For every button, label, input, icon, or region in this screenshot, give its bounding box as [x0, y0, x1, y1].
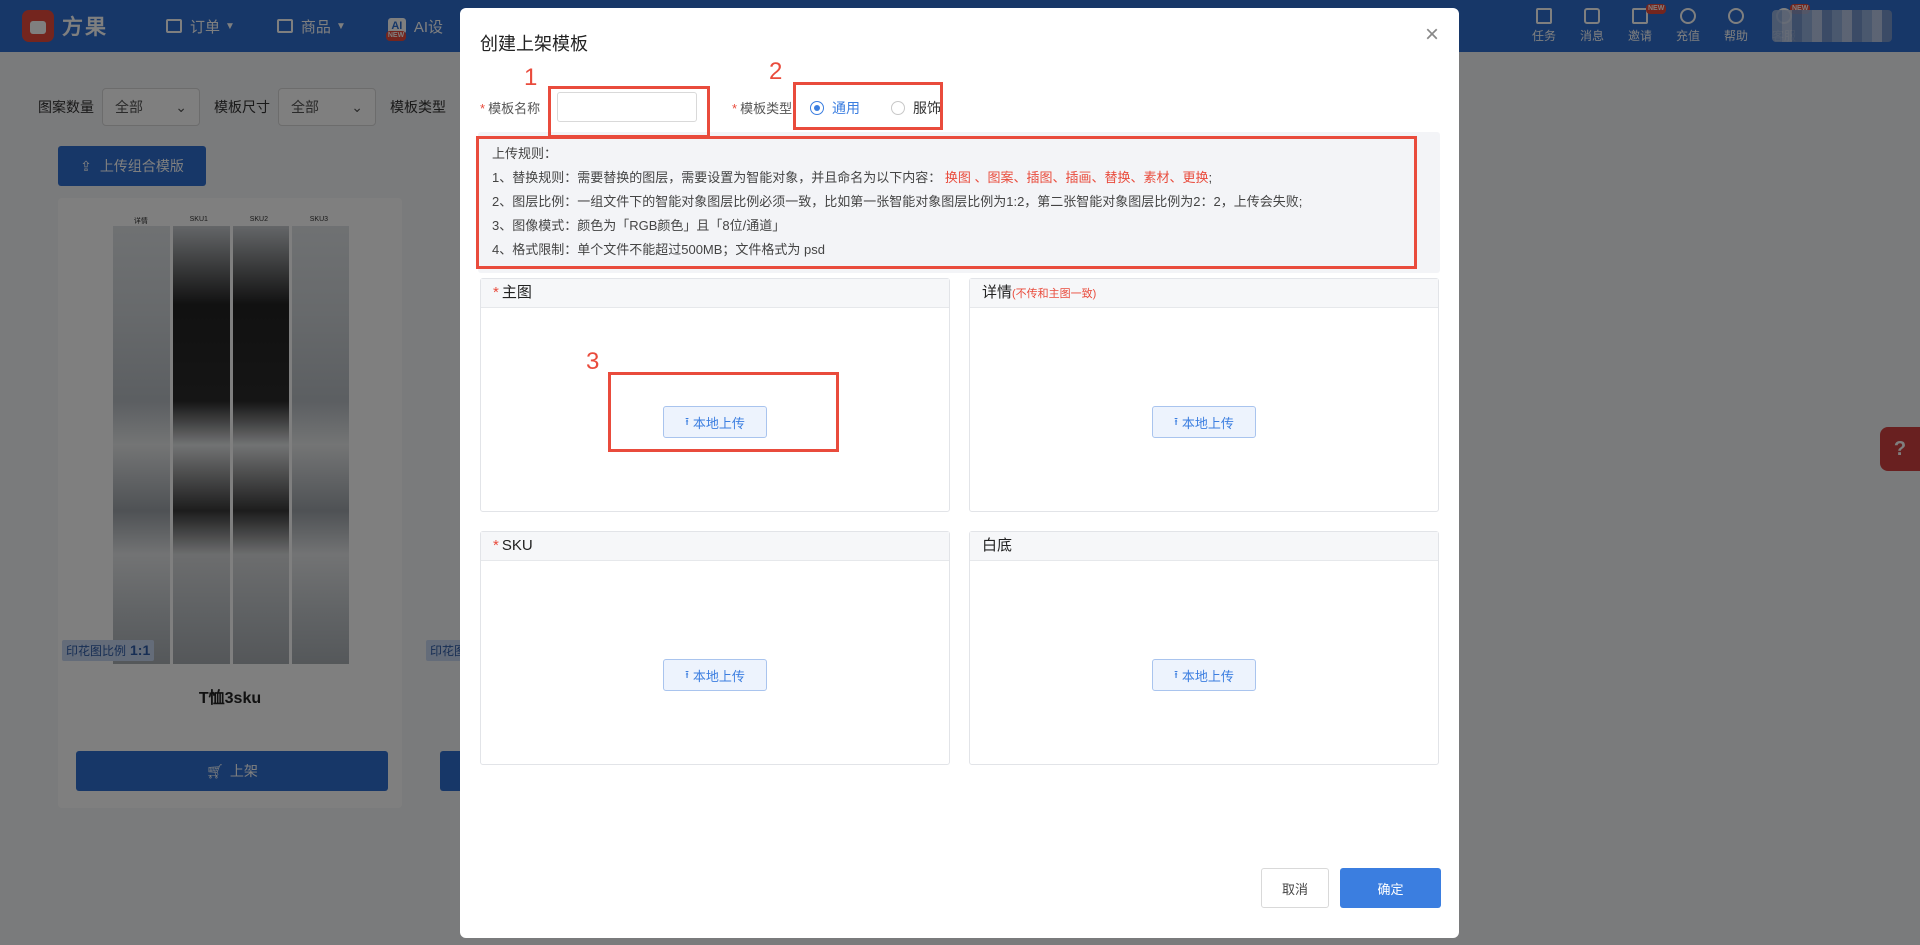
annotation-box-3 — [608, 372, 839, 452]
annotation-number-1: 1 — [524, 64, 538, 91]
button-label: 本地上传 — [1181, 668, 1234, 684]
button-label: 本地上传 — [1181, 415, 1234, 431]
annotation-number-3: 3 — [586, 348, 600, 375]
upload-arrow-icon: ⭱ — [1174, 415, 1178, 428]
annotation-box-1 — [548, 86, 710, 138]
local-upload-button[interactable]: ⭱ 本地上传 — [663, 659, 767, 691]
upload-panel-sku: * SKU ⭱ 本地上传 — [480, 531, 950, 765]
template-name-label: * 模板名称 — [480, 101, 541, 116]
panel-note: (不传和主图一致) — [1012, 288, 1097, 300]
upload-arrow-icon: ⭱ — [685, 668, 689, 681]
confirm-button[interactable]: 确定 — [1340, 868, 1441, 908]
upload-panel-white-background: 白底 ⭱ 本地上传 — [969, 531, 1439, 765]
annotation-number-2: 2 — [769, 58, 783, 85]
cancel-button[interactable]: 取消 — [1261, 868, 1329, 908]
panel-title: 白底 — [970, 532, 1438, 561]
close-icon[interactable]: × — [1421, 23, 1443, 47]
panel-title: 详情(不传和主图一致) — [970, 279, 1438, 308]
annotation-box-rules — [476, 136, 1417, 269]
create-template-dialog: 创建上架模板 × * 模板名称 * 模板类型 通用 服饰 上传规则： 1、替换规则：… — [460, 8, 1459, 938]
local-upload-button[interactable]: ⭱ 本地上传 — [1152, 659, 1256, 691]
button-label: 本地上传 — [692, 668, 745, 684]
annotation-box-2 — [793, 82, 943, 130]
template-type-label: * 模板类型 — [732, 101, 793, 116]
upload-panel-detail: 详情(不传和主图一致) ⭱ 本地上传 — [969, 278, 1439, 512]
panel-title: * 主图 — [481, 279, 949, 308]
upload-arrow-icon: ⭱ — [1174, 668, 1178, 681]
panel-title: * SKU — [481, 532, 949, 561]
dialog-title: 创建上架模板 — [480, 34, 588, 54]
local-upload-button[interactable]: ⭱ 本地上传 — [1152, 406, 1256, 438]
